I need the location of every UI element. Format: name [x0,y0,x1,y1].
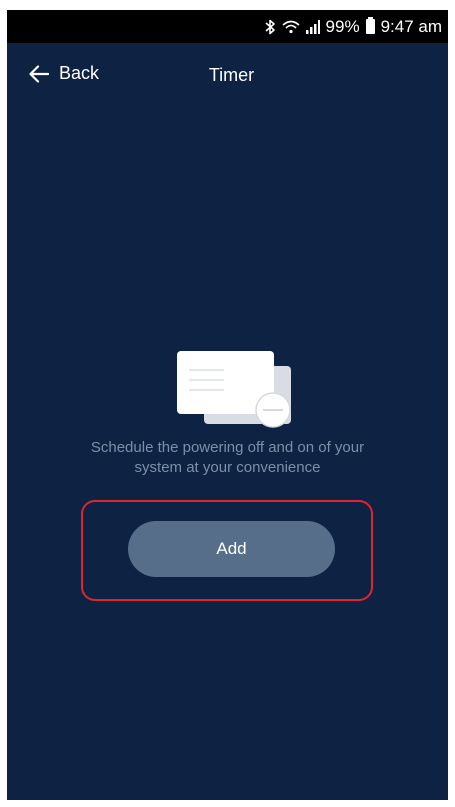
signal-icon [305,19,320,34]
status-time: 9:47 am [380,16,442,36]
status-bar: 99% 9:47 am [7,10,448,43]
app-screen: 99% 9:47 am Back Timer Schedule the powe… [7,10,448,800]
page-title: Timer [208,65,255,85]
bluetooth-icon [264,19,276,35]
battery-icon [365,17,375,34]
description-line-1: Schedule the powering off and on of your [90,439,365,456]
add-button[interactable]: Add [128,521,335,577]
battery-percent: 99% [325,16,360,36]
empty-state-description: Schedule the powering off and on of your… [47,438,408,478]
navigation-bar: Back Timer [7,43,448,115]
wifi-icon [282,20,300,34]
description-line-2: system at your convenience [134,459,321,476]
schedule-cards-illustration [174,350,304,430]
